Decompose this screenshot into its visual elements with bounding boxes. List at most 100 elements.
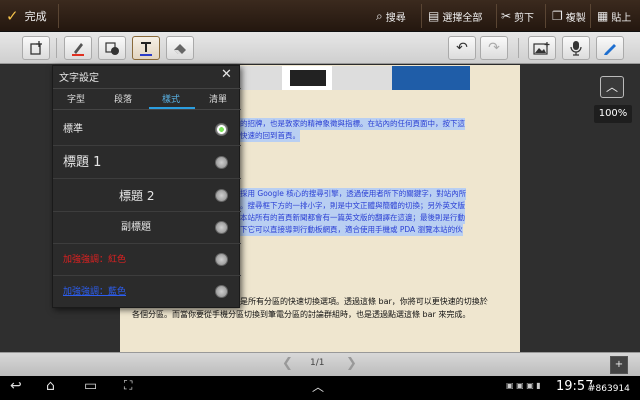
- search-label: 搜尋: [385, 12, 406, 24]
- tab-font[interactable]: 字型: [53, 89, 99, 111]
- divider: [421, 4, 422, 28]
- recent-apps-icon[interactable]: ▭: [84, 378, 97, 394]
- previous-page-icon[interactable]: ❮: [282, 356, 293, 371]
- handwriting-button[interactable]: [596, 36, 624, 60]
- style-option-emphasis-blue[interactable]: 加強強調：藍色: [53, 276, 241, 308]
- radio-icon[interactable]: [215, 285, 228, 298]
- microphone-icon: [570, 41, 582, 56]
- search-button[interactable]: ⌕ 搜尋: [376, 6, 406, 26]
- highlighted-text[interactable]: 快速的回到首頁。: [240, 130, 300, 142]
- collapse-button[interactable]: ︿: [600, 76, 624, 98]
- style-option-heading2[interactable]: 標題 2: [53, 180, 241, 212]
- eraser-icon: [174, 44, 186, 54]
- eraser-button[interactable]: [166, 36, 194, 60]
- paste-label: 貼上: [611, 12, 632, 24]
- paste-icon: ▦: [597, 9, 609, 23]
- editor-toolbar: ↶ ↷: [0, 32, 640, 64]
- active-tab-indicator: [149, 107, 195, 109]
- popup-title: 文字設定: [59, 73, 99, 84]
- style-label: 加強強調：紅色: [63, 255, 127, 265]
- paste-button[interactable]: ▦ 貼上: [597, 6, 631, 26]
- shape-icon: [105, 42, 119, 55]
- body-text[interactable]: 是所有分區的快速切換選項。透過這條 bar，你將可以更快速的切換於: [240, 295, 488, 308]
- radio-icon[interactable]: [215, 156, 228, 169]
- shape-button[interactable]: [98, 36, 126, 60]
- style-label: 標題 1: [63, 155, 102, 170]
- home-icon[interactable]: ⌂: [46, 378, 55, 394]
- page-add-button[interactable]: [22, 36, 50, 60]
- style-label: 標題 2: [119, 189, 155, 203]
- style-option-emphasis-red[interactable]: 加強強調：紅色: [53, 244, 241, 276]
- highlighted-text[interactable]: 本站所有的首頁新聞都會有一篇英文版的翻譯在這邊；最後則是行動: [240, 212, 465, 224]
- pencil-icon: [604, 44, 616, 55]
- radio-selected-icon[interactable]: [215, 123, 228, 136]
- page-navigator: ❮ 1/1 ❯ +: [0, 352, 640, 376]
- undo-button[interactable]: ↶: [448, 36, 476, 60]
- select-all-label: 選擇全部: [442, 12, 483, 24]
- back-icon[interactable]: ↩: [10, 378, 22, 394]
- tab-paragraph[interactable]: 段落: [99, 89, 147, 111]
- highlighted-text[interactable]: 的招牌，也是敦家的精神象徵與指標。在站內的任何頁面中，按下這: [240, 118, 465, 130]
- popup-tabs: 字型 段落 樣式 清單: [53, 88, 241, 110]
- pen-icon: [72, 43, 84, 56]
- copy-label: 複製: [565, 12, 586, 24]
- radio-icon[interactable]: [215, 221, 228, 234]
- chevron-up-icon: ︿: [605, 80, 618, 94]
- document-image-strip: [232, 66, 470, 90]
- divider: [545, 4, 546, 28]
- body-text[interactable]: 各個分區。而當你要從手機分區切換到筆電分區的討論群組時，也是透過點選這條 bar…: [132, 308, 470, 321]
- insert-image-icon: [533, 42, 550, 55]
- document-image: [392, 66, 470, 90]
- search-icon: ⌕: [376, 8, 383, 23]
- screenshot-icon[interactable]: ⛶: [124, 378, 132, 393]
- style-option-heading1[interactable]: 標題 1: [53, 147, 241, 179]
- select-all-button[interactable]: ▤ 選擇全部: [428, 6, 482, 26]
- system-navigation-bar: ↩ ⌂ ▭ ⛶ ︿ ▣ ▣ ▣ ▮ 19:57: [0, 376, 640, 400]
- checkmark-icon: ✓: [6, 7, 19, 25]
- next-page-icon[interactable]: ❯: [346, 356, 357, 371]
- notification-icons: ▣ ▣ ▣ ▮: [506, 381, 541, 390]
- divider: [58, 4, 59, 28]
- cut-label: 剪下: [514, 12, 535, 24]
- style-option-subtitle[interactable]: 副標題: [53, 212, 241, 244]
- divider: [518, 38, 519, 58]
- style-option-normal[interactable]: 標準: [53, 114, 241, 146]
- style-label: 加強強調：藍色: [63, 287, 127, 297]
- plus-icon: +: [614, 359, 624, 370]
- highlighted-text[interactable]: 。搜尋框下方的一排小字，則是中文正體與簡體的切換；另外英文版: [240, 200, 465, 212]
- style-label: 副標題: [121, 222, 151, 233]
- close-icon: ✕: [221, 67, 232, 82]
- insert-image-button[interactable]: [528, 36, 556, 60]
- divider: [56, 38, 57, 58]
- cut-button[interactable]: ✂ 剪下: [501, 6, 534, 26]
- close-button[interactable]: ✕: [221, 67, 232, 82]
- style-label: 標準: [63, 124, 83, 135]
- page-add-icon: [30, 41, 42, 55]
- scissors-icon: ✂: [501, 9, 512, 23]
- done-label: 完成: [24, 10, 47, 23]
- copy-icon: ❐: [552, 9, 563, 23]
- select-all-icon: ▤: [428, 9, 440, 23]
- add-page-button[interactable]: +: [610, 356, 628, 374]
- voice-input-button[interactable]: [562, 36, 590, 60]
- radio-icon[interactable]: [215, 253, 228, 266]
- highlighted-text[interactable]: 下它可以直接導到行動板網頁，適合使用手機或 PDA 瀏覽本站的伙: [240, 224, 463, 236]
- chevron-up-icon[interactable]: ︿: [312, 378, 324, 395]
- text-icon: [140, 42, 152, 56]
- pen-button[interactable]: [64, 36, 92, 60]
- zoom-level: 100%: [594, 105, 632, 123]
- highlighted-text[interactable]: 採用 Google 核心的搜尋引擎，透過使用者所下的關鍵字，對站內所: [240, 188, 467, 200]
- text-tool-button[interactable]: [132, 36, 160, 60]
- page-indicator: 1/1: [310, 358, 325, 368]
- watermark: #863914: [586, 384, 632, 394]
- copy-button[interactable]: ❐ 複製: [552, 6, 586, 26]
- radio-icon[interactable]: [215, 189, 228, 202]
- done-button[interactable]: ✓ 完成: [6, 6, 47, 26]
- redo-icon: ↷: [488, 40, 500, 56]
- redo-button[interactable]: ↷: [480, 36, 508, 60]
- document-image: [290, 70, 326, 86]
- undo-icon: ↶: [456, 40, 468, 56]
- divider: [590, 4, 591, 28]
- tab-list[interactable]: 清單: [195, 89, 241, 111]
- divider: [496, 4, 497, 28]
